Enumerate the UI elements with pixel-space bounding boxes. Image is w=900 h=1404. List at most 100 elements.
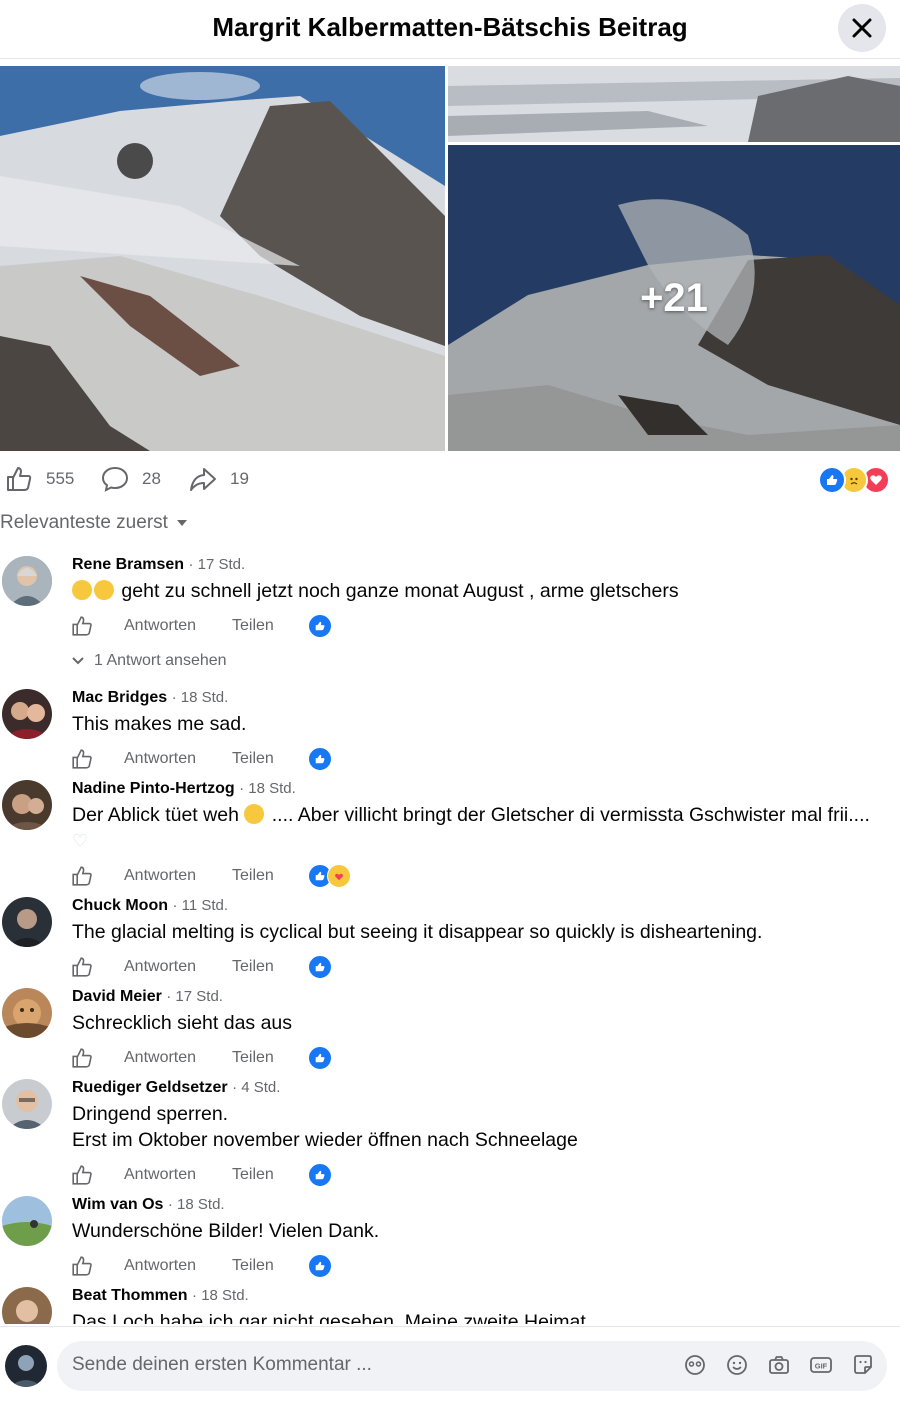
avatar[interactable]	[2, 1196, 52, 1246]
comment-reactions[interactable]	[308, 1254, 332, 1278]
view-replies-button[interactable]: 1 Antwort ansehen	[72, 652, 227, 670]
avatar[interactable]	[2, 1287, 52, 1324]
share-count: 19	[230, 469, 249, 488]
thumbs-up-icon[interactable]	[70, 1163, 94, 1187]
gif-icon[interactable]: GIF	[809, 1353, 833, 1377]
comment-author[interactable]: Mac Bridges	[72, 689, 167, 706]
share-comment-button[interactable]: Teilen	[232, 617, 274, 635]
comment-time[interactable]: · 18 Std.	[168, 1196, 225, 1213]
share-button[interactable]: 19	[188, 464, 249, 494]
reply-button[interactable]: Antworten	[124, 750, 196, 768]
share-comment-button[interactable]: Teilen	[232, 958, 274, 976]
share-comment-button[interactable]: Teilen	[232, 1049, 274, 1067]
reply-button[interactable]: Antworten	[124, 867, 196, 885]
comment-author[interactable]: Ruediger Geldsetzer	[72, 1079, 228, 1096]
reply-button[interactable]: Antworten	[124, 1166, 196, 1184]
share-comment-button[interactable]: Teilen	[232, 1166, 274, 1184]
comment-author[interactable]: Nadine Pinto-Hertzog	[72, 780, 235, 797]
comment-time[interactable]: · 11 Std.	[172, 897, 228, 914]
thumbs-up-icon	[7, 467, 32, 491]
reply-button[interactable]: Antworten	[124, 1049, 196, 1067]
comment-text: Der Ablick tüet weh .... Aber villicht b…	[72, 802, 880, 854]
avatar[interactable]	[2, 689, 52, 739]
photo-1[interactable]	[0, 66, 445, 451]
comment-line-2: Erst im Oktober november wieder öffnen n…	[72, 1129, 578, 1151]
comment-time[interactable]: · 18 Std.	[192, 1287, 249, 1304]
photo-2[interactable]	[448, 66, 900, 142]
current-user-avatar[interactable]	[5, 1345, 47, 1387]
comment-text: Dringend sperren. Erst im Oktober novemb…	[72, 1101, 880, 1153]
comment-body: This makes me sad.	[72, 713, 247, 735]
avatar[interactable]	[2, 988, 52, 1038]
comment-input[interactable]: Sende deinen ersten Kommentar ... GIF	[57, 1341, 887, 1391]
view-replies-label: 1 Antwort ansehen	[94, 652, 227, 669]
comment-author[interactable]: Beat Thommen	[72, 1287, 188, 1304]
avatar-sticker-icon[interactable]	[683, 1353, 707, 1377]
like-button[interactable]: 555	[4, 464, 74, 494]
like-reaction-icon	[308, 1254, 332, 1278]
comment-time[interactable]: · 17 Std.	[166, 988, 223, 1005]
camera-icon[interactable]	[767, 1353, 791, 1377]
sad-emoji-icon	[244, 804, 265, 824]
emoji-icon[interactable]	[725, 1353, 749, 1377]
comment-time[interactable]: · 18 Std.	[239, 780, 296, 797]
comment-author[interactable]: Rene Bramsen	[72, 556, 184, 573]
composer-tools: GIF	[683, 1353, 875, 1377]
share-comment-button[interactable]: Teilen	[232, 750, 274, 768]
comment-reactions[interactable]	[308, 614, 332, 638]
close-button[interactable]	[838, 4, 886, 52]
comment-author[interactable]: David Meier	[72, 988, 162, 1005]
comment-line-1: Dringend sperren.	[72, 1103, 229, 1125]
photo-3[interactable]: +21	[448, 145, 900, 451]
comment-body-continued: .... Aber villicht bringt der Gletscher …	[271, 804, 870, 826]
svg-text:GIF: GIF	[815, 1362, 828, 1371]
avatar[interactable]	[2, 897, 52, 947]
share-comment-button[interactable]: Teilen	[232, 1257, 274, 1275]
like-reaction-icon	[308, 1046, 332, 1070]
thumbs-up-icon[interactable]	[70, 1046, 94, 1070]
comment-composer: Sende deinen ersten Kommentar ... GIF	[0, 1326, 900, 1404]
like-reaction-icon	[308, 747, 332, 771]
thumbs-up-icon[interactable]	[70, 864, 94, 888]
comment-reactions[interactable]	[308, 955, 332, 979]
white-heart-icon: ♡	[72, 831, 89, 851]
close-icon	[852, 18, 872, 38]
reply-button[interactable]: Antworten	[124, 958, 196, 976]
crying-emoji-icon	[72, 580, 92, 600]
like-count: 555	[46, 469, 75, 488]
comment-author[interactable]: Wim van Os	[72, 1196, 163, 1213]
comment-body: Schrecklich sieht das aus	[72, 1012, 293, 1034]
thumbs-up-icon[interactable]	[70, 1254, 94, 1278]
comment-text: geht zu schnell jetzt noch ganze monat A…	[72, 578, 880, 604]
comment-sort-dropdown[interactable]: Relevanteste zuerst	[0, 512, 188, 534]
thumbs-up-icon[interactable]	[70, 747, 94, 771]
comment-actions: Antworten Teilen	[70, 861, 351, 891]
sort-label: Relevanteste zuerst	[0, 512, 168, 533]
comment-time[interactable]: · 18 Std.	[172, 689, 229, 706]
reply-button[interactable]: Antworten	[124, 617, 196, 635]
comment-body: Der Ablick tüet weh	[72, 804, 239, 826]
like-reaction-icon	[308, 955, 332, 979]
caret-down-icon	[176, 520, 187, 526]
avatar[interactable]	[2, 1079, 52, 1129]
comment-time[interactable]: · 4 Std.	[232, 1079, 280, 1096]
thumbs-up-icon[interactable]	[70, 614, 94, 638]
avatar[interactable]	[2, 780, 52, 830]
comment-reactions[interactable]	[308, 864, 351, 888]
reaction-summary[interactable]	[818, 466, 890, 494]
comment-reactions[interactable]	[308, 747, 332, 771]
comment-reactions[interactable]	[308, 1163, 332, 1187]
sticker-icon[interactable]	[851, 1353, 875, 1377]
comment-actions: Antworten Teilen	[70, 952, 332, 982]
post-stats: 555 28 19	[0, 460, 900, 496]
comment-time[interactable]: · 17 Std.	[189, 556, 246, 573]
comment-author[interactable]: Chuck Moon	[72, 897, 168, 914]
thumbs-up-icon[interactable]	[70, 955, 94, 979]
share-comment-button[interactable]: Teilen	[232, 867, 274, 885]
reply-button[interactable]: Antworten	[124, 1257, 196, 1275]
like-reaction-icon	[308, 1163, 332, 1187]
crying-emoji-icon	[94, 580, 114, 600]
comment-button[interactable]: 28	[100, 464, 161, 494]
comment-reactions[interactable]	[308, 1046, 332, 1070]
avatar[interactable]	[2, 556, 52, 606]
